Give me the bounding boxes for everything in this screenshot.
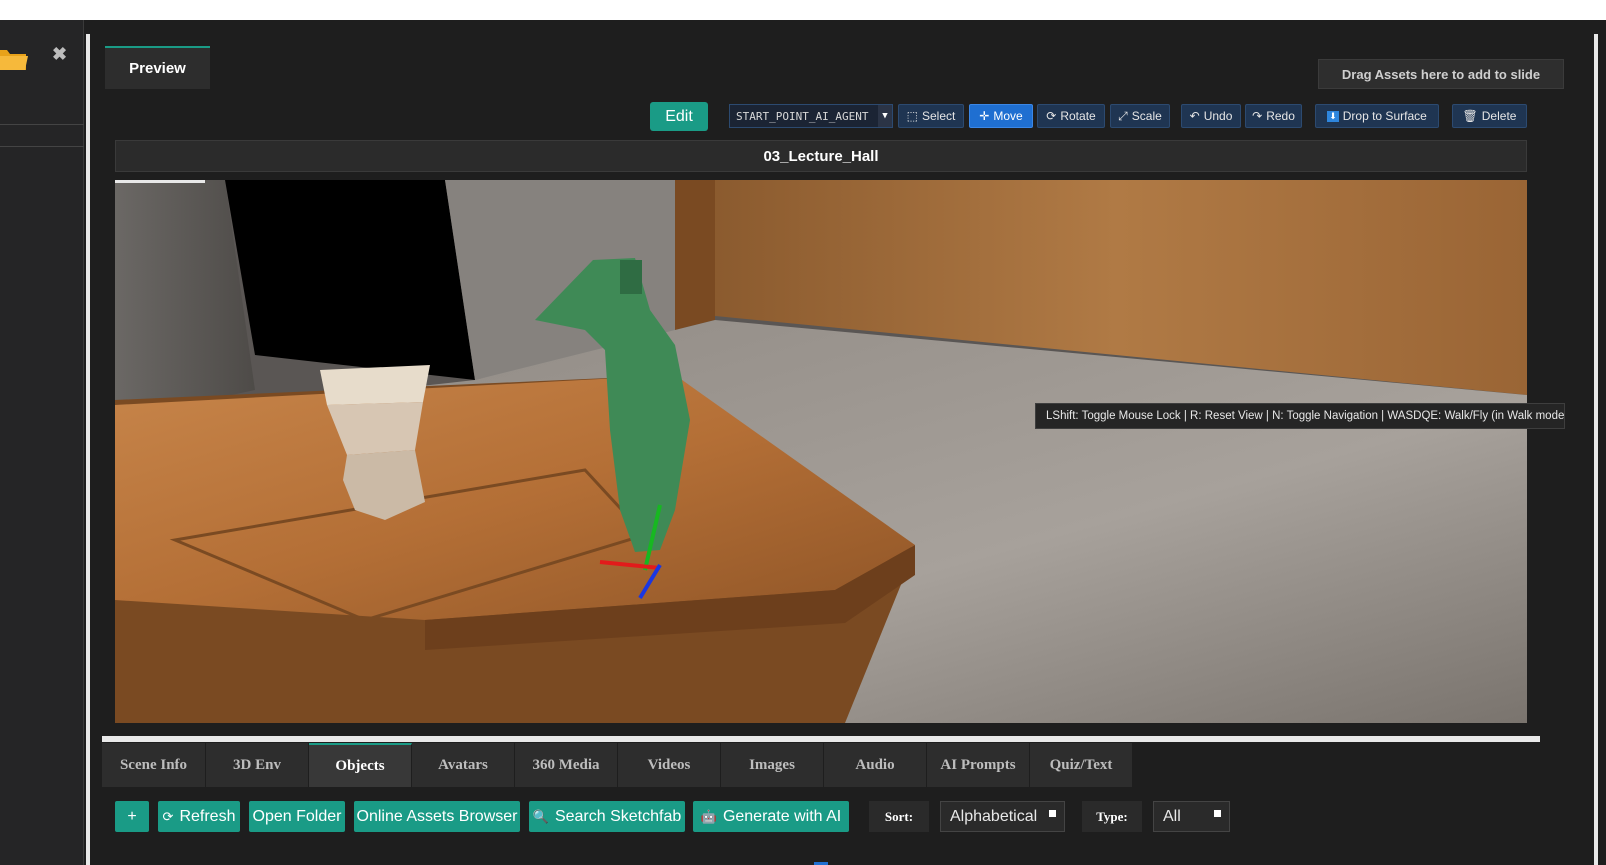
download-icon: ⬇ [1327, 110, 1339, 122]
right-edge [1594, 34, 1598, 865]
select-tool-button[interactable]: ⬚ Select [898, 104, 964, 128]
object-select[interactable]: START_POINT_AI_AGENT ▼ [729, 104, 893, 128]
close-icon[interactable]: ✖ [52, 44, 67, 65]
left-panel: ✖ [0, 20, 84, 865]
scene-title: 03_Lecture_Hall [115, 140, 1527, 172]
robot-icon: 🤖 [700, 808, 717, 824]
divider [0, 146, 84, 147]
tab-audio[interactable]: Audio [824, 743, 927, 787]
object-select-value: START_POINT_AI_AGENT [736, 109, 869, 123]
top-bar [0, 0, 1606, 20]
chevron-down-icon[interactable]: ▼ [878, 105, 892, 127]
app-window: ✖ Preview Drag Assets here to add to sli… [0, 20, 1606, 865]
select-icon: ⬚ [906, 109, 918, 123]
type-label: Type: [1082, 801, 1142, 832]
move-tool-button[interactable]: ✛ Move [969, 104, 1033, 128]
search-sketchfab-button[interactable]: 🔍 Search Sketchfab [529, 801, 685, 832]
tab-avatars[interactable]: Avatars [412, 743, 515, 787]
tab-3d-env[interactable]: 3D Env [206, 743, 309, 787]
tab-ai-prompts[interactable]: AI Prompts [927, 743, 1030, 787]
rotate-icon: ⟳ [1046, 109, 1057, 123]
main-panel: Preview Drag Assets here to add to slide… [92, 20, 1592, 865]
scale-icon: ⤢ [1118, 108, 1128, 123]
search-icon: 🔍 [532, 808, 549, 824]
scene-render[interactable] [115, 180, 1527, 723]
tab-scene-info[interactable]: Scene Info [102, 743, 206, 787]
dropdown-icon [1049, 810, 1056, 817]
generate-with-ai-button[interactable]: 🤖 Generate with AI [693, 801, 849, 832]
open-folder-button[interactable]: Open Folder [249, 801, 345, 832]
folder-icon[interactable] [0, 46, 28, 72]
rotate-tool-button[interactable]: ⟳ Rotate [1037, 104, 1105, 128]
trash-icon: 🗑 [1462, 109, 1478, 123]
tab-objects[interactable]: Objects [309, 743, 412, 787]
3d-viewport[interactable] [115, 180, 1527, 723]
redo-button[interactable]: ↷ Redo [1245, 104, 1302, 128]
tab-quiz-text[interactable]: Quiz/Text [1030, 743, 1133, 787]
preview-tab[interactable]: Preview [105, 46, 210, 89]
type-select[interactable]: All [1153, 801, 1230, 832]
undo-icon: ↶ [1189, 109, 1200, 123]
drag-assets-dropzone[interactable]: Drag Assets here to add to slide [1318, 59, 1564, 89]
divider [0, 124, 84, 125]
refresh-button[interactable]: ⟳ Refresh [158, 801, 240, 832]
panel-divider[interactable] [86, 34, 90, 865]
dropdown-icon [1214, 810, 1221, 817]
undo-button[interactable]: ↶ Undo [1181, 104, 1241, 128]
add-object-button[interactable]: + [115, 801, 149, 832]
scale-tool-button[interactable]: ⤢ Scale [1110, 104, 1170, 128]
delete-button[interactable]: 🗑 Delete [1452, 104, 1527, 128]
tab-images[interactable]: Images [721, 743, 824, 787]
tab-360-media[interactable]: 360 Media [515, 743, 618, 787]
viewport-hint-tooltip: LShift: Toggle Mouse Lock | R: Reset Vie… [1035, 403, 1565, 429]
asset-tabs: Scene Info 3D Env Objects Avatars 360 Me… [102, 743, 1133, 787]
refresh-icon: ⟳ [162, 808, 174, 824]
move-icon: ✛ [979, 109, 990, 123]
sort-select[interactable]: Alphabetical [940, 801, 1065, 832]
redo-icon: ↷ [1252, 109, 1263, 123]
online-assets-browser-button[interactable]: Online Assets Browser [354, 801, 520, 832]
edit-button[interactable]: Edit [650, 102, 708, 131]
sort-label: Sort: [869, 801, 929, 832]
drop-to-surface-button[interactable]: ⬇ Drop to Surface [1315, 104, 1439, 128]
tabs-divider [102, 736, 1540, 742]
tab-videos[interactable]: Videos [618, 743, 721, 787]
